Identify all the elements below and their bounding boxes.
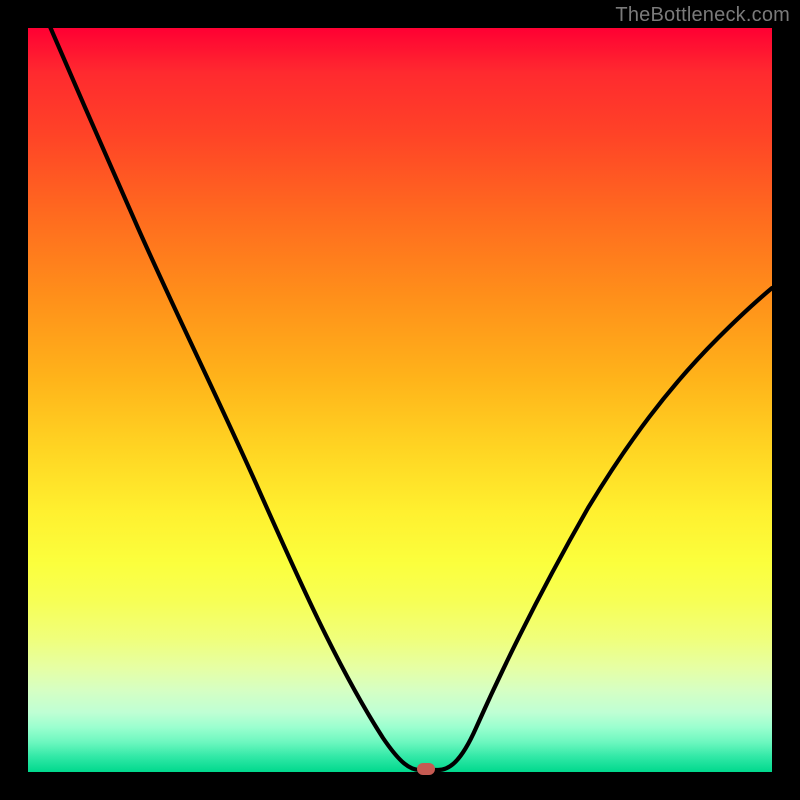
chart-frame: TheBottleneck.com bbox=[0, 0, 800, 800]
optimal-point-marker bbox=[417, 763, 435, 775]
watermark-text: TheBottleneck.com bbox=[615, 4, 790, 27]
bottleneck-curve-path bbox=[28, 0, 772, 770]
bottleneck-gradient-plot bbox=[28, 28, 772, 772]
bottleneck-curve-svg bbox=[28, 28, 772, 772]
